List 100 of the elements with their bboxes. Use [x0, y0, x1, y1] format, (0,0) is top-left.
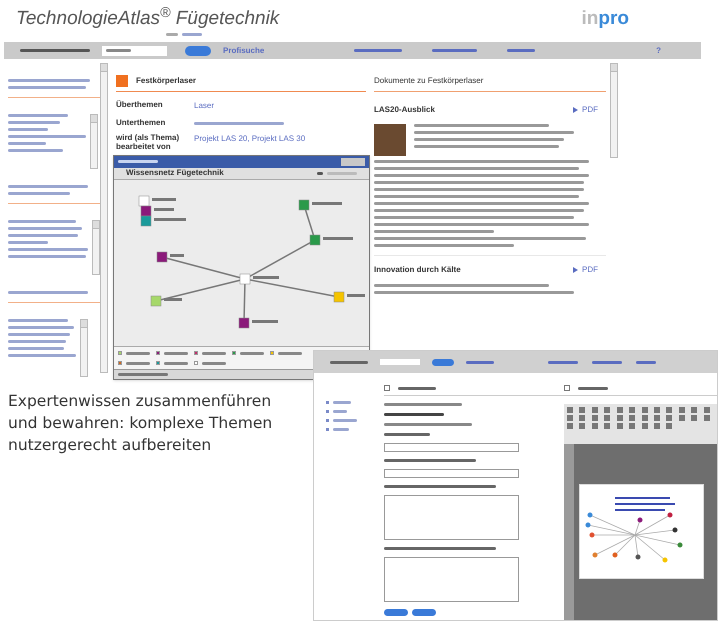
- blurred-text-drawing: [8, 241, 48, 244]
- blurred-text-drawing: [106, 49, 131, 52]
- scrollbar[interactable]: [90, 114, 98, 169]
- logo: inpro: [582, 8, 629, 30]
- list-bullet-icon: [326, 428, 329, 431]
- help-link[interactable]: ?: [656, 44, 661, 56]
- start-button[interactable]: [432, 358, 454, 366]
- blurred-text-drawing: [278, 352, 302, 355]
- pdf-link[interactable]: PDF: [573, 104, 598, 116]
- blurred-text-drawing: [126, 362, 150, 365]
- graph-node[interactable]: [140, 216, 186, 226]
- blurred-text-drawing: [317, 172, 323, 175]
- blurred-text-drawing: [330, 360, 368, 364]
- blurred-text-drawing: [398, 386, 436, 390]
- graph-node[interactable]: [140, 206, 174, 216]
- document-title: LAS20-Ausblick: [374, 104, 435, 116]
- search-field[interactable]: [102, 46, 167, 56]
- blurred-text-drawing: [384, 413, 444, 416]
- blurred-text-drawing: [333, 401, 351, 404]
- row-label: wird (als Thema) bearbeitet von: [116, 133, 180, 151]
- blurred-text-drawing: [8, 234, 78, 237]
- blurred-text-drawing: [333, 428, 349, 431]
- graph-node[interactable]: [240, 274, 279, 284]
- graph-node[interactable]: [150, 296, 182, 306]
- blurred-text-drawing: [592, 360, 622, 364]
- collapse-icon[interactable]: [384, 385, 390, 391]
- legend-swatch-icon: [270, 351, 274, 356]
- action-button[interactable]: [412, 609, 436, 616]
- legend-swatch-icon: [232, 351, 236, 356]
- blurred-text-drawing: [202, 352, 226, 355]
- pdf-link[interactable]: PDF: [573, 264, 598, 276]
- blurred-text-drawing: [8, 142, 46, 145]
- blurred-text-drawing: [126, 352, 150, 355]
- blurred-text-drawing: [240, 352, 264, 355]
- app-title: TechnologieAtlas$^{®}$ Fügetechnik: [16, 8, 280, 30]
- graph-node[interactable]: [310, 234, 353, 246]
- legend-swatch-icon: [156, 361, 160, 366]
- list-bullet-icon: [326, 401, 329, 404]
- start-button[interactable]: [185, 46, 211, 56]
- blurred-text-drawing: [354, 49, 402, 52]
- play-triangle-icon: [573, 267, 578, 273]
- blurred-text-drawing: [164, 362, 188, 365]
- blurred-text-drawing: [384, 433, 430, 436]
- blurred-text-drawing: [8, 220, 76, 223]
- topic-title: Festkörperlaser: [136, 75, 196, 87]
- blurred-text-drawing: [8, 149, 63, 152]
- text-area[interactable]: [384, 495, 519, 540]
- scrollbar[interactable]: [80, 319, 88, 377]
- blurred-text-drawing: [8, 128, 48, 131]
- graph-node[interactable]: [334, 292, 365, 302]
- blurred-text-drawing: [466, 360, 494, 364]
- graph-node[interactable]: [298, 200, 342, 210]
- legend-swatch-icon: [118, 351, 122, 356]
- blurred-text-drawing: [432, 49, 478, 52]
- scrollbar[interactable]: [610, 63, 618, 158]
- list-bullet-icon: [326, 410, 329, 413]
- document-title: Innovation durch Kälte: [374, 264, 461, 276]
- blurred-text-drawing: [8, 114, 68, 117]
- blurred-text-drawing: [118, 160, 158, 164]
- play-triangle-icon: [573, 107, 578, 113]
- blurred-text-drawing: [333, 419, 357, 422]
- blurred-text-drawing: [202, 362, 226, 365]
- legend-swatch-icon: [194, 361, 198, 366]
- blurred-text-drawing: [8, 192, 70, 195]
- graph-node[interactable]: [138, 196, 176, 206]
- blurred-text-drawing: [8, 326, 74, 329]
- legend-swatch-icon: [156, 351, 160, 356]
- blurred-text-drawing: [182, 33, 202, 36]
- blurred-text-drawing: [327, 172, 357, 175]
- topic-square-icon: [116, 75, 128, 87]
- blurred-text-drawing: [118, 373, 168, 376]
- list-bullet-icon: [326, 419, 329, 422]
- collapse-icon[interactable]: [564, 385, 570, 391]
- caption: Expertenwissen zusammenführen und bewahren: komplexe Themen nutzergerecht aufbereiten: [7, 391, 274, 456]
- blurred-text-drawing: [166, 33, 178, 36]
- blurred-text-drawing: [8, 347, 64, 350]
- network-title: Wissensnetz Fügetechnik: [126, 167, 224, 180]
- graph-node[interactable]: [238, 318, 278, 328]
- blurred-text-drawing: [8, 354, 76, 357]
- blurred-text-drawing: [507, 49, 536, 52]
- topic-link[interactable]: Projekt LAS 20, Projekt LAS 30: [194, 133, 306, 145]
- blurred-text-drawing: [164, 352, 188, 355]
- text-area[interactable]: [384, 557, 519, 602]
- blurred-text-drawing: [8, 121, 60, 124]
- topic-link[interactable]: Laser: [194, 100, 214, 112]
- blurred-text-drawing: [578, 386, 608, 390]
- blurred-text-drawing: [20, 49, 90, 52]
- blurred-text-drawing: [333, 410, 347, 413]
- scrollbar[interactable]: [100, 63, 108, 373]
- blurred-text-drawing: [8, 340, 66, 343]
- pro-search-link[interactable]: Profisuche: [223, 44, 264, 56]
- blurred-text-drawing: [8, 333, 70, 336]
- legend-swatch-icon: [194, 351, 198, 356]
- scrollbar[interactable]: [92, 220, 100, 275]
- input-field[interactable]: [384, 469, 519, 478]
- blurred-text-drawing: [8, 319, 68, 322]
- documents-title: Dokumente zu Festkörperlaser: [374, 75, 606, 92]
- select-field[interactable]: [384, 443, 519, 452]
- graph-node[interactable]: [156, 252, 184, 262]
- action-button[interactable]: [384, 609, 408, 616]
